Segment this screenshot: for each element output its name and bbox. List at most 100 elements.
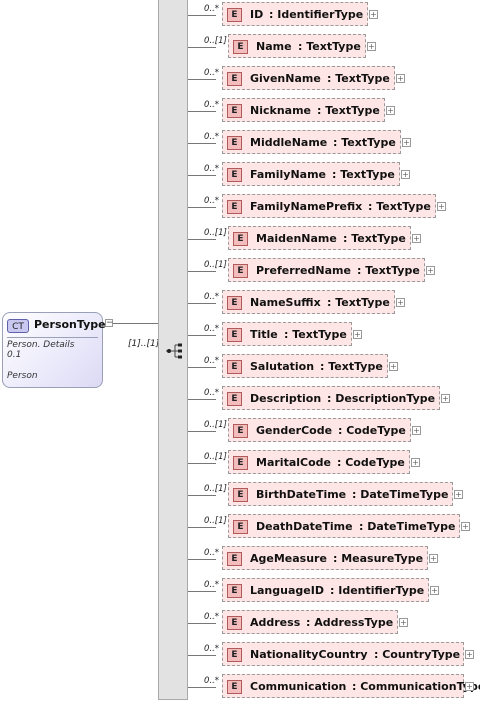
sequence-icon[interactable] xyxy=(166,343,184,359)
element-box[interactable]: E ID: IdentifierType xyxy=(222,2,368,26)
expand-icon[interactable]: + xyxy=(465,682,474,691)
element-name: ID xyxy=(250,8,264,21)
element-row: 0..* E Salutation: TextType + xyxy=(188,354,480,382)
element-box[interactable]: E NameSuffix: TextType xyxy=(222,290,395,314)
element-row: 0..* E Nickname: TextType + xyxy=(188,98,480,126)
expand-icon[interactable]: + xyxy=(429,554,438,563)
expand-icon[interactable]: + xyxy=(437,202,446,211)
element-name: PreferredName xyxy=(256,264,351,277)
element-box[interactable]: E Address: AddressType xyxy=(222,610,398,634)
expand-icon[interactable]: + xyxy=(411,458,420,467)
connector-line xyxy=(188,687,216,688)
expand-icon[interactable]: + xyxy=(465,650,474,659)
element-box[interactable]: E Title: TextType xyxy=(222,322,352,346)
element-box[interactable]: E Communication: CommunicationType xyxy=(222,674,480,698)
element-row: 0..* E Description: DescriptionType + xyxy=(188,386,480,414)
element-box[interactable]: E DeathDateTime: DateTimeType xyxy=(228,514,460,538)
element-box[interactable]: E GivenName: TextType xyxy=(222,66,395,90)
expand-icon[interactable]: + xyxy=(369,10,378,19)
element-row: 0..* E Address: AddressType + xyxy=(188,610,480,638)
element-badge: E xyxy=(233,456,248,470)
cardinality-label: 0..[1] xyxy=(204,516,227,526)
element-type: : TextType xyxy=(368,200,431,213)
expand-icon[interactable]: + xyxy=(441,394,450,403)
cardinality-label: 0..* xyxy=(204,580,220,590)
expand-icon[interactable]: + xyxy=(461,522,470,531)
expand-icon[interactable]: + xyxy=(454,490,463,499)
cardinality-label: 0..* xyxy=(204,292,220,302)
cardinality-label: 0..* xyxy=(204,68,220,78)
element-name: BirthDateTime xyxy=(256,488,347,501)
expand-icon[interactable]: + xyxy=(367,42,376,51)
element-box[interactable]: E LanguageID : IdentifierType xyxy=(222,578,429,602)
element-type: : CountryType xyxy=(374,648,461,661)
element-box[interactable]: E Description: DescriptionType xyxy=(222,386,440,410)
element-type: : DescriptionType xyxy=(327,392,436,405)
element-type: : DateTimeType xyxy=(359,520,456,533)
element-box[interactable]: E AgeMeasure: MeasureType xyxy=(222,546,428,570)
cardinality-label: 0..* xyxy=(204,100,220,110)
element-box[interactable]: E PreferredName: TextType xyxy=(228,258,425,282)
element-name: Title xyxy=(250,328,278,341)
expand-icon[interactable]: + xyxy=(412,426,421,435)
element-badge: E xyxy=(227,392,242,406)
element-box[interactable]: E FamilyName: TextType xyxy=(222,162,400,186)
element-badge: E xyxy=(227,8,242,22)
element-box[interactable]: E MaidenName: TextType xyxy=(228,226,411,250)
cardinality-label: 0..[1] xyxy=(204,228,227,238)
expand-icon[interactable]: + xyxy=(430,586,439,595)
element-row: 0..[1] E DeathDateTime: DateTimeType + xyxy=(188,514,480,542)
element-row: 0..* E GivenName: TextType + xyxy=(188,66,480,94)
element-box[interactable]: E Name: TextType xyxy=(228,34,366,58)
element-box[interactable]: E Nickname: TextType xyxy=(222,98,385,122)
element-row: 0..* E ID: IdentifierType + xyxy=(188,2,480,30)
element-name: GivenName xyxy=(250,72,321,85)
element-box[interactable]: E FamilyNamePrefix: TextType xyxy=(222,194,436,218)
element-box[interactable]: E MiddleName: TextType xyxy=(222,130,401,154)
element-box[interactable]: E Salutation: TextType xyxy=(222,354,388,378)
connector-line xyxy=(188,175,216,176)
element-row: 0..* E AgeMeasure: MeasureType + xyxy=(188,546,480,574)
expand-icon[interactable]: + xyxy=(386,106,395,115)
element-type: : IdentifierType xyxy=(330,584,425,597)
expand-icon[interactable]: + xyxy=(399,618,408,627)
element-type: : AddressType xyxy=(306,616,394,629)
element-type: : TextType xyxy=(298,40,361,53)
cardinality-label: 0..* xyxy=(204,612,220,622)
complex-type-badge: CT xyxy=(7,319,29,333)
expand-icon[interactable]: + xyxy=(396,298,405,307)
expand-icon[interactable]: + xyxy=(426,266,435,275)
expand-icon[interactable]: + xyxy=(353,330,362,339)
element-box[interactable]: E MaritalCode: CodeType xyxy=(228,450,410,474)
element-box[interactable]: E GenderCode: CodeType xyxy=(228,418,411,442)
cardinality-label: 0..* xyxy=(204,548,220,558)
element-badge: E xyxy=(227,72,242,86)
connector-line xyxy=(188,655,216,656)
cardinality-label: 0..* xyxy=(204,4,220,14)
element-row: 0..* E MiddleName: TextType + xyxy=(188,130,480,158)
element-name: GenderCode xyxy=(256,424,333,437)
complex-type-box[interactable]: CT PersonType Person. Details 0.1 Person xyxy=(2,312,106,388)
connector-line xyxy=(113,323,159,324)
cardinality-label: 0..* xyxy=(204,388,220,398)
expand-icon[interactable]: + xyxy=(401,170,410,179)
element-type: : TextType xyxy=(317,104,380,117)
element-type: : TextType xyxy=(284,328,347,341)
complex-type-divider xyxy=(7,337,98,338)
element-type: : TextType xyxy=(332,168,395,181)
expand-icon[interactable]: + xyxy=(389,362,398,371)
element-name: LanguageID xyxy=(250,584,324,597)
element-box[interactable]: E BirthDateTime: DateTimeType xyxy=(228,482,453,506)
element-row: 0..* E Communication: CommunicationType + xyxy=(188,674,480,702)
expand-icon[interactable]: + xyxy=(396,74,405,83)
expand-icon[interactable]: + xyxy=(412,234,421,243)
element-badge: E xyxy=(227,584,242,598)
element-badge: E xyxy=(227,360,242,374)
connector-line xyxy=(188,111,216,112)
connector-line xyxy=(188,591,216,592)
connector-line xyxy=(188,399,216,400)
connector-line xyxy=(188,367,216,368)
element-box[interactable]: E NationalityCountry: CountryType xyxy=(222,642,464,666)
collapse-icon[interactable]: − xyxy=(105,319,114,328)
expand-icon[interactable]: + xyxy=(402,138,411,147)
